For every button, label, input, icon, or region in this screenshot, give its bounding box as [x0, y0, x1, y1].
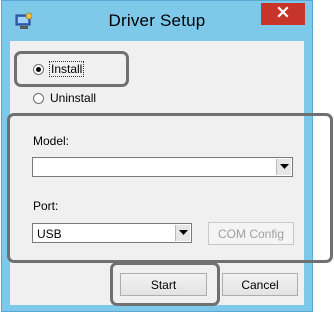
driver-setup-window: Driver Setup Install Uninstall Model: Po… — [1, 0, 313, 312]
uninstall-label: Uninstall — [50, 91, 97, 105]
title-bar[interactable]: Driver Setup — [2, 1, 312, 41]
port-value: USB — [37, 227, 62, 241]
close-button[interactable] — [261, 3, 305, 25]
install-radio[interactable] — [33, 63, 44, 75]
chevron-down-icon[interactable] — [276, 159, 291, 175]
port-dropdown[interactable]: USB — [32, 223, 192, 243]
close-icon — [277, 5, 289, 23]
install-radio-option[interactable]: Install — [33, 61, 85, 77]
chevron-down-icon[interactable] — [175, 225, 190, 241]
com-config-button[interactable]: COM Config — [208, 222, 294, 245]
uninstall-radio-option[interactable]: Uninstall — [33, 91, 96, 105]
port-label: Port: — [33, 199, 59, 213]
cancel-button[interactable]: Cancel — [222, 273, 298, 296]
model-dropdown[interactable] — [32, 157, 293, 177]
install-label: Install — [48, 61, 85, 77]
start-button[interactable]: Start — [120, 273, 207, 296]
uninstall-radio[interactable] — [33, 92, 44, 104]
client-area: Install Uninstall Model: Port: USB COM C… — [10, 41, 304, 305]
model-label: Model: — [33, 134, 70, 148]
